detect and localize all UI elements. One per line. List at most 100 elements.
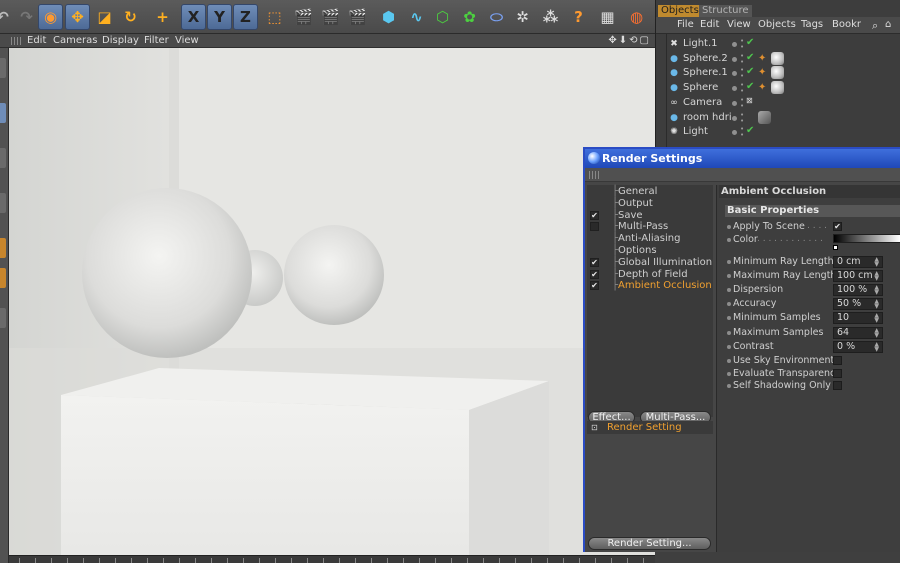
- nav-item-checkbox[interactable]: ✔: [590, 257, 599, 267]
- x-axis-icon[interactable]: X: [181, 4, 206, 30]
- keyframe-dot-icon[interactable]: [727, 316, 731, 321]
- layer-dot-icon[interactable]: [732, 42, 737, 47]
- mode-button[interactable]: [0, 103, 6, 123]
- object-name[interactable]: room hdri: [683, 112, 732, 123]
- nav-item[interactable]: ├ Anti-Aliasing: [587, 233, 713, 245]
- keyframe-dot-icon[interactable]: [727, 371, 731, 376]
- mode-button[interactable]: [0, 193, 6, 213]
- object-row[interactable]: ✖ Light.1 • • ✔: [666, 37, 900, 52]
- render-view-icon[interactable]: 🎬: [291, 4, 316, 30]
- material-tag-icon[interactable]: [758, 110, 771, 124]
- keyframe-dot-icon[interactable]: [727, 260, 731, 264]
- content-browser-icon[interactable]: ◍: [624, 4, 649, 30]
- scale-icon[interactable]: ◪: [92, 4, 117, 30]
- number-input[interactable]: 100 cm ▲ ▼: [833, 270, 883, 283]
- layer-dot-icon[interactable]: [732, 86, 737, 92]
- spline-icon[interactable]: ∿: [404, 4, 429, 30]
- layer-dot-icon[interactable]: [732, 56, 737, 62]
- keyframe-dot-icon[interactable]: [727, 238, 731, 242]
- scene-icon[interactable]: ✲: [510, 4, 535, 30]
- enabled-check-icon[interactable]: ✔: [746, 37, 754, 48]
- number-input[interactable]: 64 ▲ ▼: [833, 326, 883, 339]
- objects-menu-edit[interactable]: Edit: [700, 19, 719, 30]
- nav-item[interactable]: ✔ ├ Save: [587, 210, 713, 222]
- mode-button[interactable]: [0, 268, 6, 288]
- spinner-arrows-icon[interactable]: ▲ ▼: [874, 285, 879, 296]
- keyframe-dot-icon[interactable]: [727, 359, 731, 363]
- color-gradient[interactable]: [833, 234, 900, 243]
- render-picture-viewer-icon[interactable]: 🎬: [318, 4, 343, 30]
- number-input[interactable]: 50 % ▲ ▼: [833, 298, 883, 311]
- nav-item[interactable]: ├ Options: [587, 245, 713, 257]
- gradient-knot[interactable]: [833, 245, 838, 250]
- render-setting-list-item[interactable]: ⊡ Render Setting: [587, 421, 713, 434]
- object-row[interactable]: ● Sphere.2 • • ✔ ✦: [666, 51, 900, 67]
- phong-tag-icon[interactable]: ✦: [758, 67, 766, 78]
- keyframe-dot-icon[interactable]: [727, 302, 731, 307]
- live-select-icon[interactable]: ◉: [38, 4, 63, 30]
- enabled-check-icon[interactable]: ✔: [746, 66, 754, 77]
- phong-tag-icon[interactable]: ✦: [758, 53, 766, 64]
- spinner-arrows-icon[interactable]: ▲ ▼: [874, 299, 879, 310]
- viewport-menu-edit[interactable]: Edit: [27, 35, 46, 46]
- enabled-check-icon[interactable]: ✔: [746, 125, 754, 136]
- material-tag-icon[interactable]: [771, 81, 784, 95]
- object-name[interactable]: Light.1: [683, 38, 718, 49]
- layer-dot-icon[interactable]: [732, 71, 737, 77]
- nav-item[interactable]: ✔ ├ Global Illumination: [587, 257, 713, 269]
- object-row[interactable]: ● Sphere • • ✔ ✦: [666, 81, 900, 96]
- visibility-toggle-icon[interactable]: • •: [740, 126, 744, 139]
- object-name[interactable]: Camera: [683, 97, 722, 108]
- keyframe-dot-icon[interactable]: [727, 274, 731, 279]
- viewport-menu-filter[interactable]: Filter: [144, 35, 169, 46]
- nav-item[interactable]: ├ General: [587, 186, 713, 198]
- material-tag-icon[interactable]: [771, 51, 784, 65]
- render-settings-title-bar[interactable]: Render Settings: [585, 149, 900, 168]
- coordinate-system-icon[interactable]: ⬚: [262, 4, 287, 30]
- tab-structure[interactable]: Structure: [699, 5, 752, 17]
- layer-dot-icon[interactable]: [732, 130, 737, 136]
- enabled-check-icon[interactable]: ✔: [746, 81, 754, 92]
- viewport-menu-cameras[interactable]: Cameras: [53, 35, 97, 46]
- layer-dot-icon[interactable]: [732, 115, 737, 121]
- visibility-toggle-icon[interactable]: • •: [740, 67, 744, 80]
- deformer-icon[interactable]: ⬭: [484, 4, 509, 30]
- enabled-check-icon[interactable]: ✔: [746, 52, 754, 63]
- cube-icon[interactable]: ⬢: [376, 4, 401, 30]
- option-checkbox[interactable]: [833, 381, 842, 391]
- particle-icon[interactable]: ⁂: [538, 4, 563, 30]
- mode-button[interactable]: [0, 308, 6, 328]
- basic-properties-group[interactable]: Basic Properties: [725, 205, 900, 217]
- object-row[interactable]: ∞ Camera • • ⊠: [666, 96, 900, 111]
- keyframe-dot-icon[interactable]: [727, 384, 731, 389]
- keyframe-dot-icon[interactable]: [727, 330, 731, 335]
- visibility-toggle-icon[interactable]: • •: [740, 82, 744, 95]
- option-checkbox[interactable]: [833, 356, 842, 365]
- object-row[interactable]: ● room hdri • •: [666, 110, 900, 126]
- rotate-icon[interactable]: ↻: [118, 4, 143, 30]
- spinner-arrows-icon[interactable]: ▲ ▼: [874, 327, 879, 338]
- objects-menu-bookmarks[interactable]: Bookr: [832, 19, 861, 30]
- redo-icon[interactable]: ↷: [14, 4, 39, 30]
- search-icon[interactable]: ⌕: [872, 19, 878, 33]
- nav-item[interactable]: ├ Multi-Pass: [587, 221, 713, 233]
- spinner-arrows-icon[interactable]: ▲ ▼: [874, 257, 879, 268]
- viewport-menu-display[interactable]: Display: [102, 35, 139, 46]
- objects-menu-file[interactable]: File: [677, 19, 694, 30]
- move-icon[interactable]: ✥: [65, 4, 90, 30]
- object-name[interactable]: Sphere.1: [683, 67, 728, 78]
- tab-objects[interactable]: Objects: [658, 5, 702, 17]
- add-icon[interactable]: +: [150, 4, 175, 30]
- nurbs-icon[interactable]: ⬡: [430, 4, 455, 30]
- mode-button[interactable]: [0, 148, 6, 168]
- number-input[interactable]: 0 cm ▲ ▼: [833, 256, 883, 268]
- visibility-toggle-icon[interactable]: • •: [740, 52, 744, 65]
- nav-item-checkbox[interactable]: ✔: [590, 269, 599, 279]
- mode-button[interactable]: [0, 238, 6, 258]
- number-input[interactable]: 100 % ▲ ▼: [833, 284, 883, 297]
- viewport-navigation-icons[interactable]: ✥⬇⟲▢: [608, 35, 651, 46]
- nav-item[interactable]: ✔ ├ Ambient Occlusion: [587, 280, 713, 292]
- objects-menu-view[interactable]: View: [727, 19, 751, 30]
- z-axis-icon[interactable]: Z: [233, 4, 258, 30]
- grip-icon[interactable]: [589, 171, 599, 179]
